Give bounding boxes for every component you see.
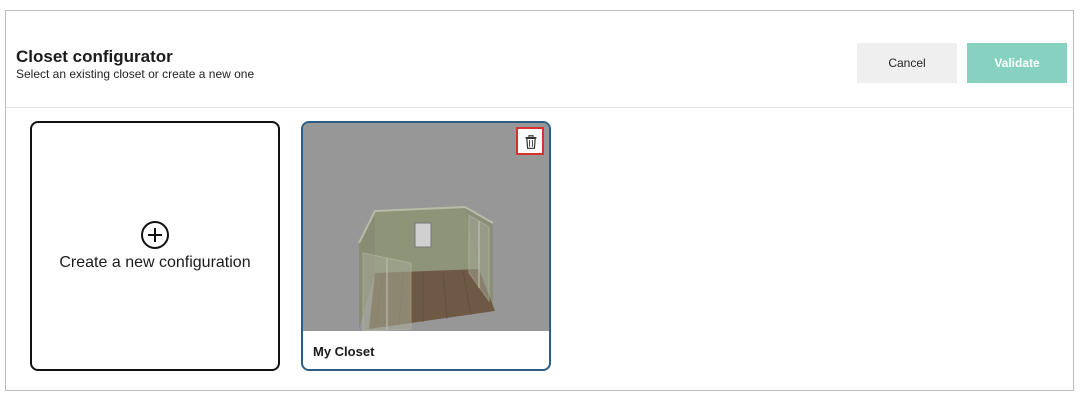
header: Closet configurator Select an existing c… [6, 11, 1073, 108]
validate-button[interactable]: Validate [967, 43, 1067, 83]
closet-card[interactable]: My Closet [301, 121, 551, 371]
create-new-configuration-label: Create a new configuration [59, 254, 251, 271]
page-title: Closet configurator [16, 47, 173, 66]
trash-icon [525, 135, 537, 149]
plus-circle-icon [140, 220, 170, 250]
cancel-button[interactable]: Cancel [857, 43, 957, 83]
closet-thumbnail [303, 123, 549, 331]
closet-name: My Closet [313, 344, 375, 359]
create-new-configuration-card[interactable]: Create a new configuration [30, 121, 280, 371]
closet-configurator-panel: Closet configurator Select an existing c… [5, 10, 1074, 391]
page-subtitle: Select an existing closet or create a ne… [16, 67, 255, 81]
delete-closet-button[interactable] [516, 127, 544, 155]
